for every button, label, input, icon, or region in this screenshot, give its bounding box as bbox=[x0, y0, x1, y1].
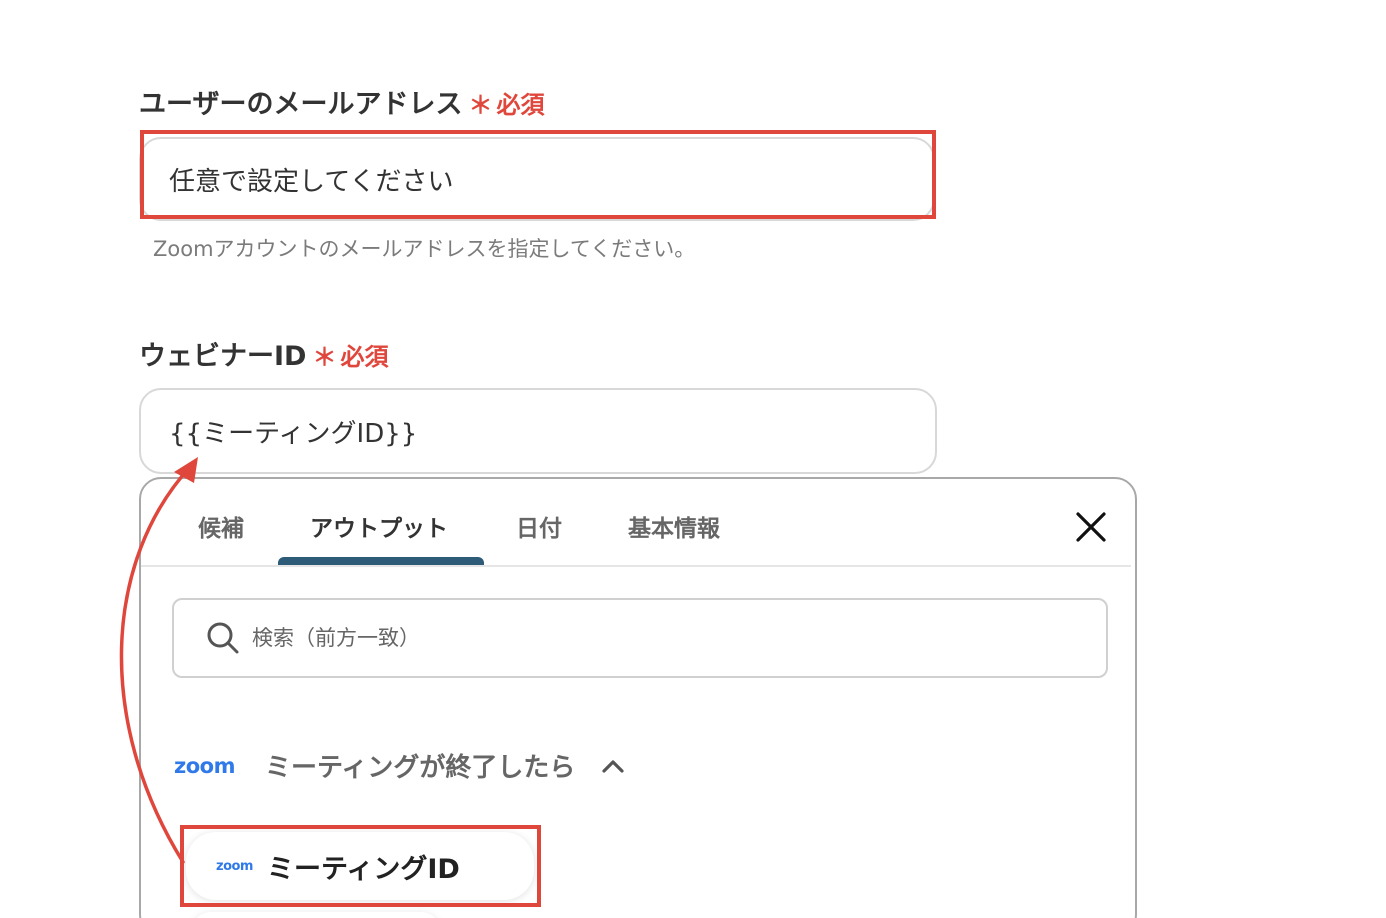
tab-basic-info[interactable]: 基本情報 bbox=[628, 509, 720, 543]
required-indicator: ＊必須 bbox=[468, 85, 544, 120]
tab-date[interactable]: 日付 bbox=[516, 509, 562, 543]
webinar-id-input-value: {{ミーティングID}} bbox=[169, 418, 418, 449]
tab-candidates[interactable]: 候補 bbox=[198, 509, 244, 543]
zoom-logo: zoom bbox=[216, 858, 253, 874]
webinar-id-input[interactable]: {{ミーティングID}} bbox=[139, 388, 937, 474]
search-field bbox=[172, 598, 1108, 678]
tab-output[interactable]: アウトプット bbox=[310, 509, 448, 543]
required-text: 必須 bbox=[496, 91, 545, 119]
email-field-hint: Zoomアカウントのメールアドレスを指定してください。 bbox=[153, 237, 696, 261]
active-tab-indicator bbox=[278, 557, 484, 565]
email-label-text: ユーザーのメールアドレス bbox=[139, 89, 463, 120]
page: ユーザーのメールアドレス ＊必須 任意で設定してください Zoomアカウントのメ… bbox=[0, 0, 1386, 918]
variable-picker-popover: 候補 アウトプット 日付 基本情報 zoom ミーティングが終了したら bbox=[139, 477, 1137, 918]
search-input[interactable] bbox=[250, 625, 1054, 651]
close-icon bbox=[1076, 512, 1106, 542]
close-button[interactable] bbox=[1071, 507, 1111, 547]
zoom-logo: zoom bbox=[174, 753, 235, 778]
email-field-label: ユーザーのメールアドレス ＊必須 bbox=[139, 82, 544, 121]
email-input-value: 任意で設定してください bbox=[169, 166, 454, 197]
output-group-header[interactable]: zoom ミーティングが終了したら bbox=[174, 747, 625, 784]
required-indicator: ＊必須 bbox=[312, 337, 388, 372]
webinar-field-label: ウェビナーID ＊必須 bbox=[139, 334, 388, 373]
required-asterisk: ＊ bbox=[312, 343, 337, 371]
tab-bar: 候補 アウトプット 日付 基本情報 bbox=[141, 479, 1131, 567]
email-input[interactable]: 任意で設定してください bbox=[139, 137, 935, 221]
output-item[interactable] bbox=[191, 912, 441, 918]
chevron-up-icon bbox=[602, 759, 625, 773]
webinar-label-text: ウェビナーID bbox=[139, 341, 307, 372]
output-item-meeting-id[interactable]: zoom ミーティングID bbox=[186, 832, 534, 900]
search-icon bbox=[207, 622, 239, 654]
required-asterisk: ＊ bbox=[468, 91, 493, 119]
output-item-label: ミーティングID bbox=[266, 853, 460, 885]
output-group-title: ミーティングが終了したら bbox=[264, 753, 576, 783]
required-text: 必須 bbox=[340, 343, 389, 371]
